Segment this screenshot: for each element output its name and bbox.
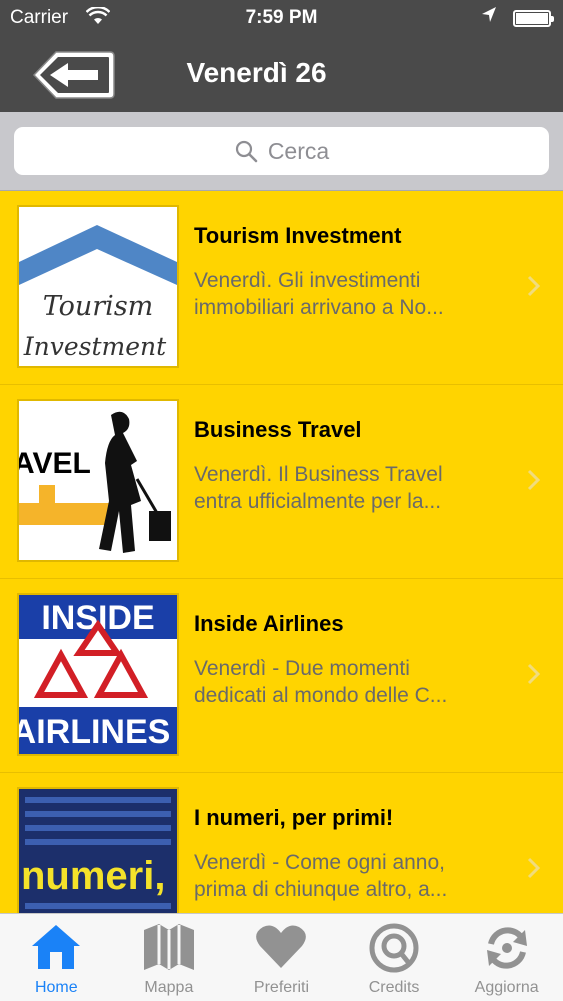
- list-item[interactable]: Tourism Investment Tourism Investment Ve…: [0, 191, 563, 385]
- tab-preferiti[interactable]: Preferiti: [225, 914, 338, 1001]
- search-bar: Cerca: [0, 112, 563, 191]
- thumbnail-inside-airlines: INSIDE AIRLINES: [17, 593, 179, 756]
- thumbnail-numeri: numeri,: [17, 787, 179, 913]
- item-subtitle: Venerdì - Due momenti dedicati al mondo d…: [194, 657, 448, 707]
- svg-text:AVEL: AVEL: [19, 447, 91, 480]
- map-icon: [143, 924, 194, 970]
- credits-icon: [369, 923, 419, 973]
- tab-credits[interactable]: Credits: [338, 914, 451, 1001]
- home-icon: [32, 925, 81, 969]
- chevron-right-icon: [527, 275, 541, 297]
- thumbnail-business-travel: AVEL: [17, 399, 179, 562]
- clock: 7:59 PM: [245, 7, 318, 28]
- tab-label: Preferiti: [253, 979, 310, 996]
- svg-text:Investment: Investment: [23, 332, 167, 361]
- refresh-icon: [486, 927, 527, 969]
- search-placeholder: Cerca: [267, 137, 330, 164]
- chevron-right-icon: [527, 857, 541, 879]
- tab-label: Aggiorna: [474, 979, 539, 996]
- chevron-right-icon: [527, 663, 541, 685]
- thumbnail-tourism: Tourism Investment: [17, 205, 179, 368]
- tab-home[interactable]: Home: [0, 914, 113, 1001]
- item-title: I numeri, per primi!: [194, 805, 394, 830]
- heart-icon: [256, 925, 307, 968]
- item-subtitle: Venerdì - Come ogni anno, prima di chiunq…: [194, 851, 448, 901]
- svg-text:Tourism: Tourism: [43, 291, 154, 322]
- list-item[interactable]: AVEL Business Travel Venerdì. Il Busines…: [0, 385, 563, 579]
- page-title: Venerdì 26: [186, 57, 327, 88]
- item-subtitle: Venerdì. Il Business Travel entra ufficia…: [194, 463, 443, 513]
- tab-bar: Home Mappa Preferiti Credits Aggiorna: [0, 913, 563, 1001]
- tab-label: Credits: [368, 979, 420, 996]
- item-title: Business Travel: [194, 417, 362, 442]
- svg-text:numeri,: numeri,: [21, 854, 165, 898]
- location-arrow-icon: [481, 6, 497, 29]
- battery-icon: [513, 10, 554, 27]
- list-item[interactable]: numeri, I numeri, per primi! Venerdì - C…: [0, 773, 563, 913]
- search-icon: [235, 140, 258, 163]
- svg-text:AIRLINES: AIRLINES: [19, 713, 170, 751]
- tab-mappa[interactable]: Mappa: [113, 914, 226, 1001]
- item-title: Inside Airlines: [194, 611, 344, 636]
- tab-label: Mappa: [144, 979, 194, 996]
- list-item[interactable]: INSIDE AIRLINES Inside Airlines Venerdì …: [0, 579, 563, 773]
- tab-aggiorna[interactable]: Aggiorna: [450, 914, 563, 1001]
- search-input[interactable]: Cerca: [14, 127, 549, 175]
- tab-label: Home: [34, 979, 78, 996]
- chevron-right-icon: [527, 469, 541, 491]
- item-title: Tourism Investment: [194, 223, 402, 248]
- article-list: Tourism Investment Tourism Investment Ve…: [0, 191, 563, 913]
- status-bar: Carrier 7:59 PM: [0, 0, 563, 38]
- navigation-bar: Venerdì 26: [0, 38, 563, 112]
- item-subtitle: Venerdì. Gli investimenti immobiliari arr…: [194, 269, 444, 319]
